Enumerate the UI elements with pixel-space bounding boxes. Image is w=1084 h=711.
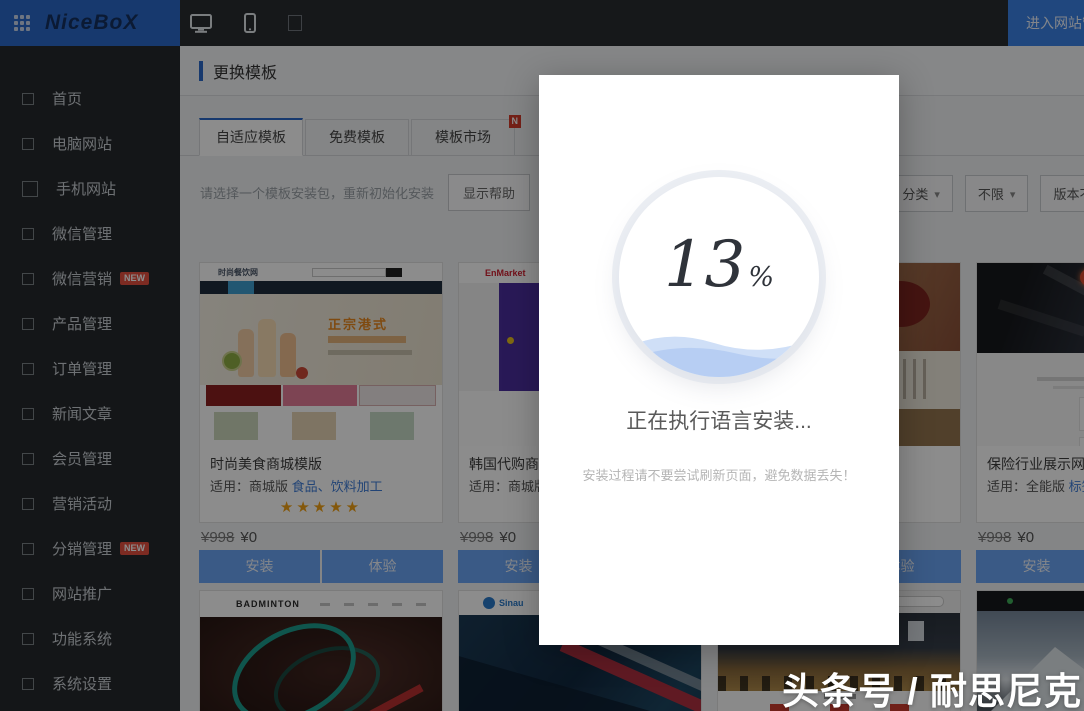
progress-value: 13 (664, 228, 745, 302)
install-warning-text: 安装过程请不要尝试刷新页面，避免数据丢失！ (539, 465, 899, 484)
install-progress-modal: 13% 正在执行语言安装... 安装过程请不要尝试刷新页面，避免数据丢失！ (539, 75, 899, 645)
install-status-text: 正在执行语言安装... (539, 405, 899, 435)
watermark-text: 头条号 / 耐思尼克 (782, 661, 1082, 711)
progress-percent: 13% (619, 233, 819, 297)
wave-icon (619, 321, 819, 377)
app-window: NiceBoX 进入网站管理 首页 电脑网站 手机网站 微信管理 微信营销NEW… (0, 0, 1084, 711)
progress-circle: 13% (619, 177, 819, 377)
percent-sign: % (748, 262, 774, 293)
